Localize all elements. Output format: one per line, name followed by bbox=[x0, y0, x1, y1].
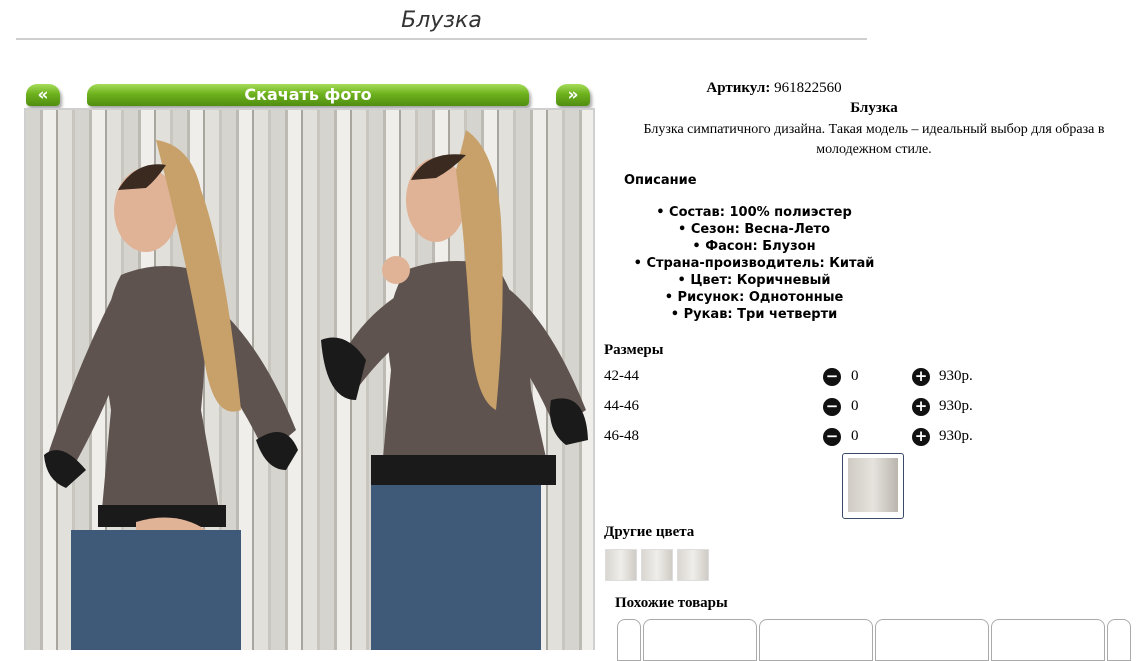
model-right bbox=[321, 130, 588, 650]
article-label: Артикул: bbox=[706, 80, 771, 96]
photo-thumbnail[interactable] bbox=[842, 453, 904, 519]
similar-product-card[interactable] bbox=[759, 619, 873, 661]
sizes-heading: Размеры bbox=[604, 342, 664, 358]
similar-prev-arrow[interactable] bbox=[617, 619, 641, 661]
page-title: Блузка bbox=[16, 8, 867, 40]
color-variant-thumbnail[interactable] bbox=[605, 549, 637, 581]
size-price: 930р. bbox=[939, 428, 973, 444]
size-label: 44-46 bbox=[604, 398, 639, 414]
similar-products-heading: Похожие товары bbox=[615, 595, 728, 611]
size-price: 930р. bbox=[939, 398, 973, 414]
model-left bbox=[44, 140, 298, 650]
similar-next-arrow[interactable] bbox=[1107, 619, 1131, 661]
thumbnail-image bbox=[848, 458, 898, 512]
plus-circle-icon[interactable]: + bbox=[912, 428, 930, 446]
color-variant-thumbnail[interactable] bbox=[641, 549, 673, 581]
product-description: Блузка симпатичного дизайна. Такая модел… bbox=[604, 120, 1138, 160]
plus-circle-icon[interactable]: + bbox=[912, 368, 930, 386]
minus-circle-icon[interactable]: − bbox=[823, 428, 841, 446]
minus-circle-icon[interactable]: − bbox=[823, 368, 841, 386]
size-label: 46-48 bbox=[604, 428, 639, 444]
feature-item: Цвет: Коричневый bbox=[604, 272, 904, 289]
quantity-value: 0 bbox=[851, 368, 859, 384]
download-photo-button[interactable]: Скачать фото bbox=[87, 84, 529, 106]
description-heading: Описание bbox=[624, 173, 697, 188]
feature-item: Страна-производитель: Китай bbox=[604, 255, 904, 272]
other-colors-heading: Другие цвета bbox=[604, 524, 695, 540]
feature-item: Фасон: Блузон bbox=[604, 238, 904, 255]
minus-circle-icon[interactable]: − bbox=[823, 398, 841, 416]
quantity-value: 0 bbox=[851, 398, 859, 414]
feature-item: Рукав: Три четверти bbox=[604, 306, 904, 323]
description-line-1: Блузка симпатичного дизайна. Такая модел… bbox=[643, 122, 1105, 137]
similar-product-card[interactable] bbox=[991, 619, 1105, 661]
similar-product-card[interactable] bbox=[643, 619, 757, 661]
color-variant-thumbnail[interactable] bbox=[677, 549, 709, 581]
feature-list: Состав: 100% полиэстер Сезон: Весна-Лето… bbox=[604, 204, 904, 323]
prev-photo-button[interactable]: « bbox=[26, 84, 60, 106]
feature-item: Состав: 100% полиэстер bbox=[604, 204, 904, 221]
article-value: 961822560 bbox=[774, 80, 842, 96]
next-photo-button[interactable]: » bbox=[556, 84, 590, 106]
size-row: 46-48 − 0 + 930р. bbox=[604, 428, 1138, 448]
similar-product-card[interactable] bbox=[875, 619, 989, 661]
description-line-2: молодежном стиле. bbox=[816, 142, 932, 157]
feature-item: Рисунок: Однотонные bbox=[604, 289, 904, 306]
size-label: 42-44 bbox=[604, 368, 639, 384]
plus-circle-icon[interactable]: + bbox=[912, 398, 930, 416]
feature-item: Сезон: Весна-Лето bbox=[604, 221, 904, 238]
product-name: Блузка bbox=[850, 100, 898, 116]
product-photo bbox=[24, 108, 595, 650]
size-row: 44-46 − 0 + 930р. bbox=[604, 398, 1138, 418]
quantity-value: 0 bbox=[851, 428, 859, 444]
size-price: 930р. bbox=[939, 368, 973, 384]
size-row: 42-44 − 0 + 930р. bbox=[604, 368, 1138, 388]
article-line: Артикул: 961822560 bbox=[604, 80, 944, 97]
